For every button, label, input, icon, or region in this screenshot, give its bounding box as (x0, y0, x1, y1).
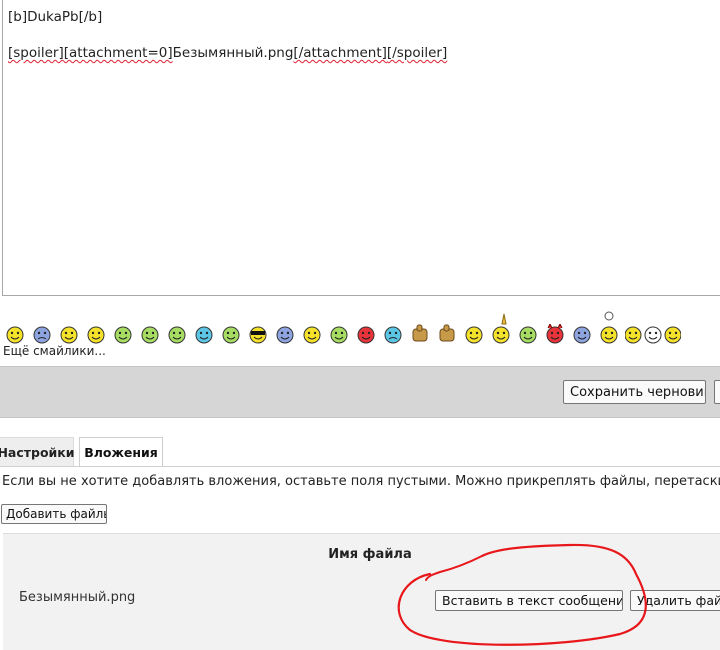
devil-icon[interactable] (544, 324, 566, 346)
next-action-button[interactable] (714, 380, 720, 404)
message-textarea[interactable]: [b]DukaPb[/b] [spoiler][attachment=0]Без… (2, 0, 720, 296)
delete-file-button[interactable]: Удалить файл (630, 590, 720, 611)
smile-icon[interactable] (85, 324, 107, 346)
save-draft-button[interactable]: Сохранить черновик (563, 380, 706, 404)
smilies-bar (0, 300, 720, 346)
tab-attachments[interactable]: Вложения (79, 437, 163, 467)
linked-smilies-icon[interactable] (625, 324, 681, 346)
laugh-icon[interactable] (193, 324, 215, 346)
attachment-file-ref: Безымянный.png (172, 45, 294, 61)
dizzy-icon[interactable] (517, 324, 539, 346)
grimace-icon[interactable] (220, 324, 242, 346)
neutral-icon[interactable] (112, 324, 134, 346)
sad-icon[interactable] (31, 324, 53, 346)
attachments-hint: Если вы не хотите добавлять вложения, ос… (2, 474, 720, 489)
attachment-open-tag: [attachment=0] (63, 45, 173, 61)
cool-icon[interactable] (247, 324, 269, 346)
upset-icon[interactable] (382, 324, 404, 346)
nerd-icon[interactable] (571, 324, 593, 346)
confused-icon[interactable] (328, 324, 350, 346)
smile-icon[interactable] (463, 324, 485, 346)
tab-settings[interactable]: Настройки (0, 437, 75, 467)
add-files-button[interactable]: Добавить файлы (1, 504, 107, 524)
thumbs-down-icon[interactable] (436, 324, 458, 346)
spoiler-close-tag: [/spoiler] (386, 45, 448, 61)
editor-line-1: [b]DukaPb[/b] (8, 9, 103, 25)
thumbs-up-icon[interactable] (409, 324, 431, 346)
attachment-close-tag: [/attachment] (293, 45, 387, 61)
attachment-filename: Безымянный.png (19, 590, 136, 605)
shocked-icon[interactable] (274, 324, 296, 346)
insert-into-message-button[interactable]: Вставить в текст сообщения (435, 590, 623, 611)
smile-icon[interactable] (58, 324, 80, 346)
mad-icon[interactable] (355, 324, 377, 346)
idea-icon[interactable] (598, 310, 620, 346)
more-smilies-link[interactable]: Ещё смайлики... (3, 344, 106, 358)
rock-icon[interactable] (490, 310, 512, 346)
editor-line-2: [spoiler][attachment=0]Безымянный.png[/a… (8, 44, 720, 62)
column-header-filename: Имя файла (328, 547, 412, 562)
smile-icon[interactable] (4, 324, 26, 346)
spoiler-open-tag: [spoiler] (8, 45, 64, 61)
rolleyes-icon[interactable] (301, 324, 323, 346)
post-editor-page: [b]DukaPb[/b] [spoiler][attachment=0]Без… (0, 0, 720, 650)
grin-icon[interactable] (139, 324, 161, 346)
grin-icon[interactable] (166, 324, 188, 346)
